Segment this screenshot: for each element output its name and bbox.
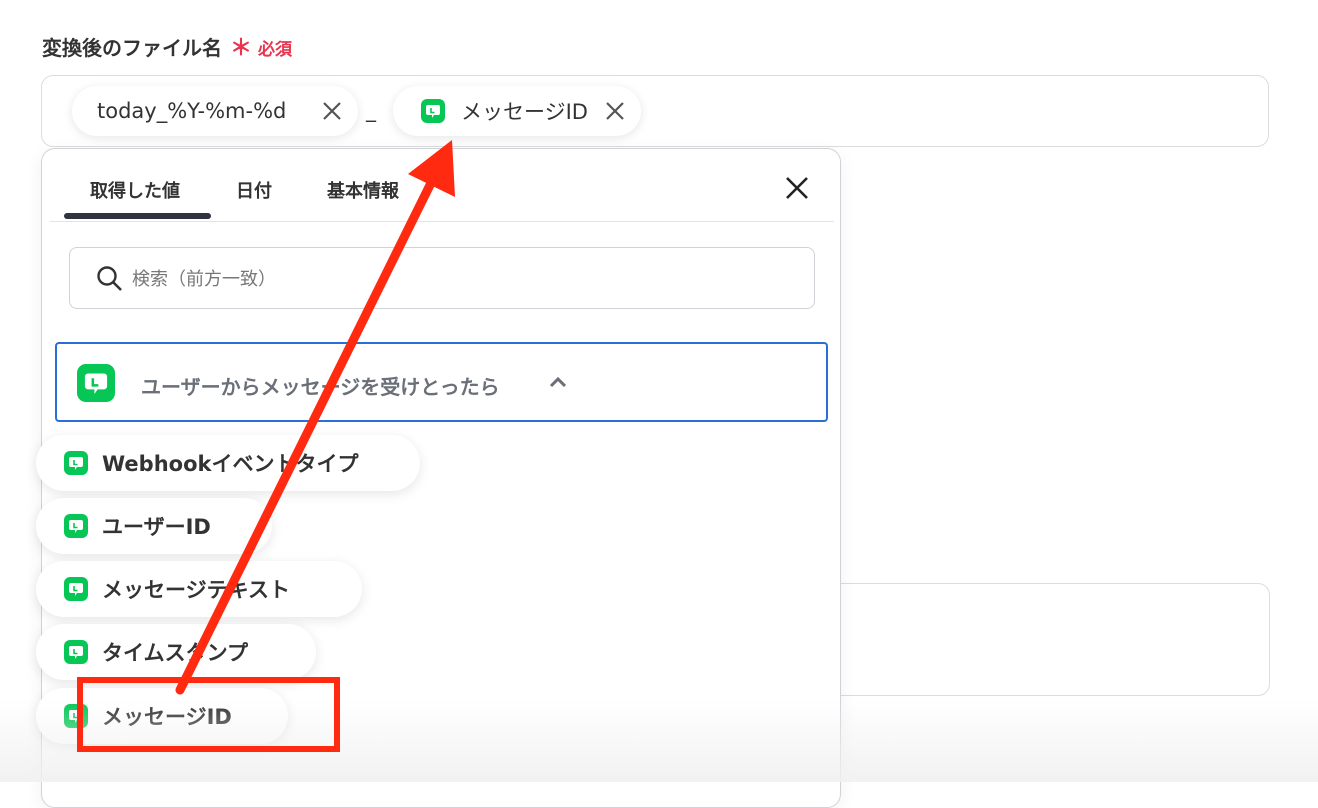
search-icon <box>97 266 122 291</box>
line-icon <box>421 99 445 123</box>
close-icon[interactable] <box>784 175 810 201</box>
value-item-message-text[interactable]: メッセージテキスト <box>36 561 362 617</box>
required-badge: 必須 <box>258 40 293 60</box>
line-icon <box>64 577 88 601</box>
value-item-webhook-event-type[interactable]: Webhookイベントタイプ <box>36 435 420 491</box>
line-icon <box>77 364 115 402</box>
chip-label: メッセージID <box>461 100 588 124</box>
field-label-text: 変換後のファイル名 <box>42 36 222 60</box>
value-item-label: タイムスタンプ <box>102 641 248 665</box>
field-label: 変換後のファイル名 ＊必須 <box>42 30 292 62</box>
value-item-label: ユーザーID <box>102 515 211 539</box>
line-icon <box>64 640 88 664</box>
filename-chip-message-id[interactable]: メッセージID <box>393 86 641 136</box>
value-item-label: Webhookイベントタイプ <box>102 452 359 476</box>
line-icon <box>64 451 88 475</box>
value-item-timestamp[interactable]: タイムスタンプ <box>36 624 316 680</box>
line-icon <box>64 514 88 538</box>
tab-basic-info[interactable]: 基本情報 <box>327 177 399 203</box>
trigger-group-header[interactable]: ユーザーからメッセージを受けとったら <box>55 342 828 422</box>
remove-chip-icon[interactable] <box>603 99 627 123</box>
group-title: ユーザーからメッセージを受けとったら <box>141 375 500 399</box>
required-star: ＊ <box>230 36 253 61</box>
chip-separator: _ <box>366 98 376 122</box>
tab-date[interactable]: 日付 <box>236 177 272 203</box>
value-item-user-id[interactable]: ユーザーID <box>36 498 272 554</box>
tab-bar: 取得した値 日付 基本情報 <box>50 149 834 222</box>
active-tab-indicator <box>64 213 211 219</box>
remove-chip-icon[interactable] <box>320 99 344 123</box>
tab-acquired-values[interactable]: 取得した値 <box>90 177 180 203</box>
filename-chip-date[interactable]: today_%Y-%m-%d <box>72 86 358 136</box>
background-field-box <box>820 583 1270 696</box>
value-item-label: メッセージテキスト <box>102 578 290 602</box>
chevron-up-icon[interactable] <box>548 375 568 389</box>
annotation-highlight-box <box>77 677 340 752</box>
search-field[interactable] <box>69 247 815 309</box>
search-input[interactable] <box>130 262 734 296</box>
chip-label: today_%Y-%m-%d <box>97 99 287 123</box>
